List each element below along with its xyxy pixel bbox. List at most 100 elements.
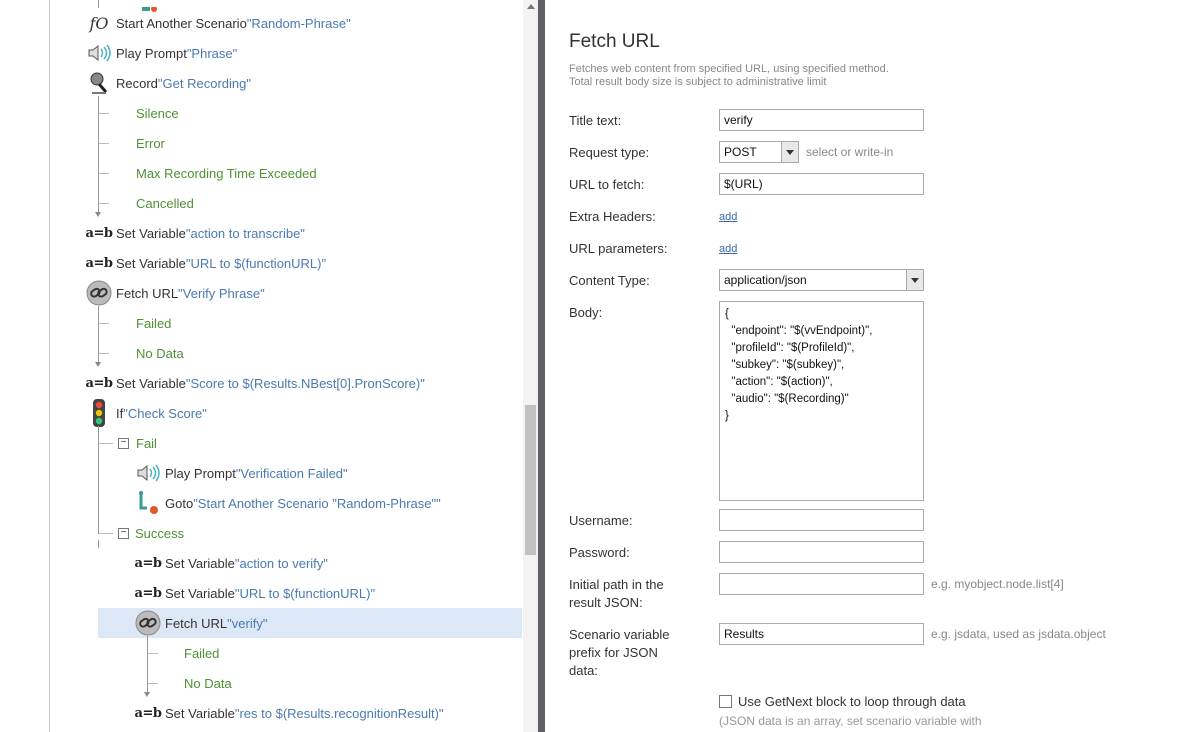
tree-branch-failed[interactable]: Failed xyxy=(184,638,219,668)
label-line: result JSON: xyxy=(569,595,643,610)
ab-icon: a=b xyxy=(134,555,162,571)
tree-branch-error[interactable]: Error xyxy=(136,128,165,158)
ab-icon: a=b xyxy=(134,585,162,601)
tree-node-set-variable-action[interactable]: a=b Set Variable "action to verify" xyxy=(135,548,328,578)
url-params-add-link[interactable]: add xyxy=(719,243,737,255)
node-quoted-name: "Start Another Scenario "Random-Phrase"" xyxy=(193,495,441,511)
panel-description: Fetches web content from specified URL, … xyxy=(569,63,989,89)
username-input[interactable] xyxy=(719,509,924,531)
node-label: Fetch URL xyxy=(165,615,228,631)
password-label: Password: xyxy=(569,545,630,560)
branch-connector xyxy=(99,323,109,324)
label-line: data: xyxy=(569,663,598,678)
url-params-label: URL parameters: xyxy=(569,241,668,256)
tree-branch-success[interactable]: Success xyxy=(135,518,184,548)
tree-node-set-variable[interactable]: a=b Set Variable "action to transcribe" xyxy=(86,218,305,248)
title-text-input[interactable]: verify xyxy=(719,109,924,131)
getnext-note: (JSON data is an array, set scenario var… xyxy=(719,714,982,728)
tree-scrollbar-thumb[interactable] xyxy=(525,405,536,555)
partial-icon xyxy=(140,0,158,12)
branch-label: Success xyxy=(135,525,185,541)
node-quoted-name: "Score to $(Results.NBest[0].PronScore)" xyxy=(185,375,425,391)
branch-label: Cancelled xyxy=(136,195,194,211)
node-label: Goto xyxy=(165,495,194,511)
request-type-select[interactable]: POST xyxy=(719,141,799,163)
tree-branch-no-data[interactable]: No Data xyxy=(184,668,232,698)
node-quoted-name: "action to verify" xyxy=(234,555,328,571)
initial-path-input[interactable] xyxy=(719,573,924,595)
tree-node-play-prompt-phrase[interactable]: Play Prompt "Phrase" xyxy=(86,38,237,68)
node-quoted-name: "Check Score" xyxy=(123,405,207,421)
password-input[interactable] xyxy=(719,541,924,563)
node-quoted-name: "Get Recording" xyxy=(157,75,251,91)
node-label: Play Prompt xyxy=(165,465,236,481)
branch-connector xyxy=(148,653,158,654)
node-quoted-name: "Verification Failed" xyxy=(235,465,348,481)
tree-branch-silence[interactable]: Silence xyxy=(136,98,179,128)
branch-label: Silence xyxy=(136,105,179,121)
description-line: Total result body size is subject to adm… xyxy=(569,76,827,88)
tree-branch-fail[interactable]: Fail xyxy=(136,428,157,458)
body-textarea[interactable]: { "endpoint": "$(vvEndpoint)", "profileI… xyxy=(719,301,924,501)
tree-branch-no-data[interactable]: No Data xyxy=(136,338,184,368)
tree-node-set-variable-res[interactable]: a=b Set Variable "res to $(Results.recog… xyxy=(135,698,444,728)
node-label: Set Variable xyxy=(165,555,235,571)
panel-splitter[interactable] xyxy=(538,0,545,732)
collapse-toggle-success[interactable]: − xyxy=(118,528,129,539)
branch-connector xyxy=(148,683,158,684)
node-label: Start Another Scenario xyxy=(116,15,247,31)
node-quoted-name: "Random-Phrase" xyxy=(246,15,351,31)
tree-node-set-variable[interactable]: a=b Set Variable "URL to $(functionURL)" xyxy=(85,248,327,278)
initial-path-hint: e.g. myobject.node.list[4] xyxy=(931,577,1064,591)
tree-node-goto[interactable]: Goto "Start Another Scenario "Random-Phr… xyxy=(135,488,441,518)
tree-branch-max-recording[interactable]: Max Recording Time Exceeded xyxy=(136,158,317,188)
tree-node-set-variable-url[interactable]: a=b Set Variable "URL to $(functionURL)" xyxy=(134,578,376,608)
goto-icon xyxy=(135,490,161,516)
getnext-label[interactable]: Use GetNext block to loop through data xyxy=(738,694,966,709)
initial-path-label: Initial path in the result JSON: xyxy=(569,576,664,612)
label-line: Scenario variable xyxy=(569,627,670,642)
tree-node-if-check-score[interactable]: If "Check Score" xyxy=(86,398,207,428)
extra-headers-add-link[interactable]: add xyxy=(719,211,737,223)
branch-connector xyxy=(99,143,109,144)
chevron-down-icon[interactable] xyxy=(781,142,798,162)
request-type-hint: select or write-in xyxy=(806,145,894,159)
branch-connector xyxy=(99,353,109,354)
ab-icon: a=b xyxy=(85,375,113,391)
label-line: Initial path in the xyxy=(569,577,664,592)
node-quoted-name: "action to transcribe" xyxy=(185,225,305,241)
tree-node-record[interactable]: Record "Get Recording" xyxy=(86,68,251,98)
tree-scrollbar[interactable] xyxy=(523,0,538,732)
tree-node-fetch-url-verify-phrase[interactable]: Fetch URL "Verify Phrase" xyxy=(86,278,265,308)
url-input[interactable]: $(URL) xyxy=(719,173,924,195)
content-type-select[interactable]: application/json xyxy=(719,269,924,291)
tree-node-set-variable-score[interactable]: a=b Set Variable "Score to $(Results.NBe… xyxy=(86,368,425,398)
tree-node-start-scenario[interactable]: fO Start Another Scenario "Random-Phrase… xyxy=(86,8,351,38)
tree-branch-cancelled[interactable]: Cancelled xyxy=(136,188,194,218)
ab-icon: a=b xyxy=(85,255,113,271)
branch-label: No Data xyxy=(184,675,232,691)
chevron-down-icon[interactable] xyxy=(906,270,923,290)
tree-node-fetch-url-verify[interactable]: Fetch URL "verify" xyxy=(135,608,267,638)
connector-arrow xyxy=(144,692,150,697)
node-label: Set Variable xyxy=(165,585,235,601)
node-label: Set Variable xyxy=(165,705,235,721)
scroll-up-arrow-icon[interactable] xyxy=(527,4,535,9)
getnext-checkbox[interactable] xyxy=(719,695,732,708)
prefix-input[interactable]: Results xyxy=(719,623,924,645)
microphone-icon xyxy=(86,70,112,96)
node-label: Fetch URL xyxy=(116,285,179,301)
link-icon xyxy=(135,610,161,636)
node-quoted-name: "res to $(Results.recognitionResult)" xyxy=(234,705,444,721)
node-label: Set Variable xyxy=(116,255,186,271)
branch-connector xyxy=(99,113,109,114)
tree-border-line xyxy=(49,0,50,732)
ab-icon: a=b xyxy=(85,225,113,241)
app-window: fO Start Another Scenario "Random-Phrase… xyxy=(0,0,1197,732)
node-quoted-name: "Verify Phrase" xyxy=(178,285,265,301)
body-label: Body: xyxy=(569,305,603,320)
tree-node-play-prompt-verification-failed[interactable]: Play Prompt "Verification Failed" xyxy=(135,458,348,488)
tree-connector xyxy=(98,306,99,364)
tree-branch-failed[interactable]: Failed xyxy=(136,308,171,338)
collapse-toggle-fail[interactable]: − xyxy=(118,438,129,449)
